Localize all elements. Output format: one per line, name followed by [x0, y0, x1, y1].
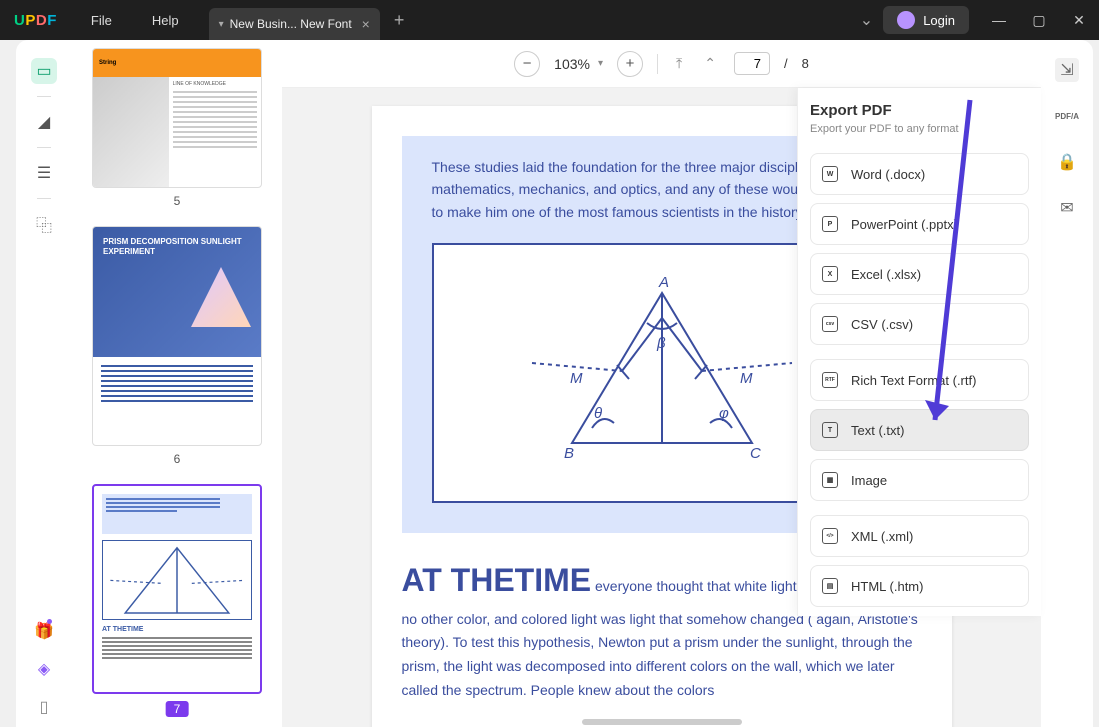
excel-icon: X	[821, 265, 839, 283]
top-controls: − 103% ▾ + ⤒ ⌃ / 8	[282, 40, 1041, 88]
tab-chevron-down-icon: ▾	[219, 19, 224, 30]
tab-bar: ▾ New Busin... New Font × +	[209, 0, 419, 40]
export-powerpoint[interactable]: PPowerPoint (.pptx)	[810, 203, 1029, 245]
svg-text:β: β	[656, 335, 666, 352]
avatar-icon	[897, 11, 915, 29]
edit-icon: ☰	[37, 163, 51, 183]
text-icon: T	[821, 421, 839, 439]
export-subtitle: Export your PDF to any format	[810, 123, 1029, 135]
rtf-icon: RTF	[821, 371, 839, 389]
window-maximize-button[interactable]: ▢	[1019, 12, 1059, 29]
thumbnail-page-6[interactable]: PRISM DECOMPOSITION SUNLIGHT EXPERIMENT	[92, 226, 262, 446]
svg-text:C: C	[750, 445, 761, 462]
first-page-button[interactable]: ⤒	[672, 55, 686, 72]
gift-icon: 🎁	[34, 623, 54, 640]
add-tab-button[interactable]: +	[380, 10, 419, 31]
tab-close-icon[interactable]: ×	[362, 16, 370, 32]
prev-page-button[interactable]: ⌃	[700, 55, 720, 72]
zoom-dropdown-icon[interactable]: ▾	[598, 58, 603, 69]
titlebar-dropdown-icon[interactable]: ⌄	[850, 10, 883, 30]
organize-tool[interactable]: ⿻	[31, 211, 57, 237]
menu-help[interactable]: Help	[132, 13, 199, 28]
export-pdf-button[interactable]: ⇲	[1055, 58, 1079, 82]
reader-icon: ▭	[36, 61, 51, 81]
page-total: 8	[802, 56, 809, 71]
thumbnail-panel: String LINE OF KNOWLEDGE 5 PRISM DECOMPO…	[72, 40, 282, 727]
bookmark-icon: ▯	[40, 699, 49, 716]
svg-text:θ: θ	[594, 405, 602, 422]
page-input[interactable]	[734, 52, 770, 75]
image-icon: ▦	[821, 471, 839, 489]
menu-file[interactable]: File	[71, 13, 132, 28]
export-csv[interactable]: csvCSV (.csv)	[810, 303, 1029, 345]
document-tab[interactable]: ▾ New Busin... New Font ×	[209, 8, 380, 40]
thumbnail-label-6: 6	[92, 452, 262, 466]
export-excel[interactable]: XExcel (.xlsx)	[810, 253, 1029, 295]
workspace: ▭ ◢ ☰ ⿻ 🎁 ◈ ▯ String LINE OF KNOWLEDGE 5…	[16, 40, 1093, 727]
page-sep: /	[784, 56, 788, 71]
mail-icon: ✉	[1060, 198, 1073, 218]
svg-text:A: A	[658, 274, 669, 291]
app-logo: UPDF	[0, 12, 71, 29]
protect-button[interactable]: 🔒	[1055, 150, 1079, 174]
export-rtf[interactable]: RTFRich Text Format (.rtf)	[810, 359, 1029, 401]
plus-icon: +	[626, 55, 635, 72]
lock-icon: 🔒	[1057, 152, 1077, 172]
horizontal-scrollbar[interactable]	[582, 719, 742, 725]
thumbnail-label-5: 5	[92, 194, 262, 208]
svg-text:φ: φ	[719, 405, 729, 422]
thumbnail-page-5[interactable]: String LINE OF KNOWLEDGE	[92, 48, 262, 188]
export-text[interactable]: TText (.txt)	[810, 409, 1029, 451]
bookmark-button[interactable]: ▯	[40, 697, 49, 717]
notification-dot-icon	[47, 619, 52, 624]
pdfa-icon: PDF/A	[1055, 112, 1079, 121]
export-word[interactable]: WWord (.docx)	[810, 153, 1029, 195]
svg-text:M: M	[740, 370, 753, 387]
export-html[interactable]: ▤HTML (.htm)	[810, 565, 1029, 607]
left-toolbar-bottom: 🎁 ◈ ▯	[16, 621, 72, 717]
tab-title: New Busin... New Font	[230, 17, 352, 31]
reader-tool[interactable]: ▭	[31, 58, 57, 84]
svg-text:M: M	[570, 370, 583, 387]
window-minimize-button[interactable]: —	[979, 12, 1019, 28]
export-image[interactable]: ▦Image	[810, 459, 1029, 501]
pdfa-button[interactable]: PDF/A	[1055, 104, 1079, 128]
word-icon: W	[821, 165, 839, 183]
marker-icon: ◢	[38, 112, 50, 132]
titlebar: UPDF File Help ▾ New Busin... New Font ×…	[0, 0, 1099, 40]
thumbnail-page-7[interactable]: AT THETIME	[92, 484, 262, 694]
export-icon: ⇲	[1060, 60, 1073, 80]
comment-tool[interactable]: ◢	[31, 109, 57, 135]
login-button[interactable]: Login	[883, 6, 969, 34]
zoom-in-button[interactable]: +	[617, 51, 643, 77]
zoom-out-button[interactable]: −	[514, 51, 540, 77]
svg-text:B: B	[564, 445, 574, 462]
html-icon: ▤	[821, 577, 839, 595]
zoom-value[interactable]: 103%	[554, 56, 590, 72]
share-button[interactable]: ✉	[1055, 196, 1079, 220]
right-toolbar: ⇲ PDF/A 🔒 ✉	[1041, 40, 1093, 727]
export-panel: Export PDF Export your PDF to any format…	[797, 88, 1041, 616]
layers-button[interactable]: ◈	[38, 659, 50, 679]
organize-icon: ⿻	[36, 212, 52, 236]
gift-button[interactable]: 🎁	[34, 621, 54, 641]
export-xml[interactable]: </>XML (.xml)	[810, 515, 1029, 557]
xml-icon: </>	[821, 527, 839, 545]
window-close-button[interactable]: ✕	[1059, 12, 1099, 29]
edit-tool[interactable]: ☰	[31, 160, 57, 186]
section-heading: AT THETIME	[402, 562, 592, 598]
minus-icon: −	[523, 55, 532, 72]
main-area: − 103% ▾ + ⤒ ⌃ / 8 These studies laid th…	[282, 40, 1041, 727]
thumbnail-label-7: 7	[166, 701, 189, 717]
export-title: Export PDF	[810, 102, 1029, 119]
csv-icon: csv	[821, 315, 839, 333]
layers-icon: ◈	[38, 661, 50, 678]
powerpoint-icon: P	[821, 215, 839, 233]
